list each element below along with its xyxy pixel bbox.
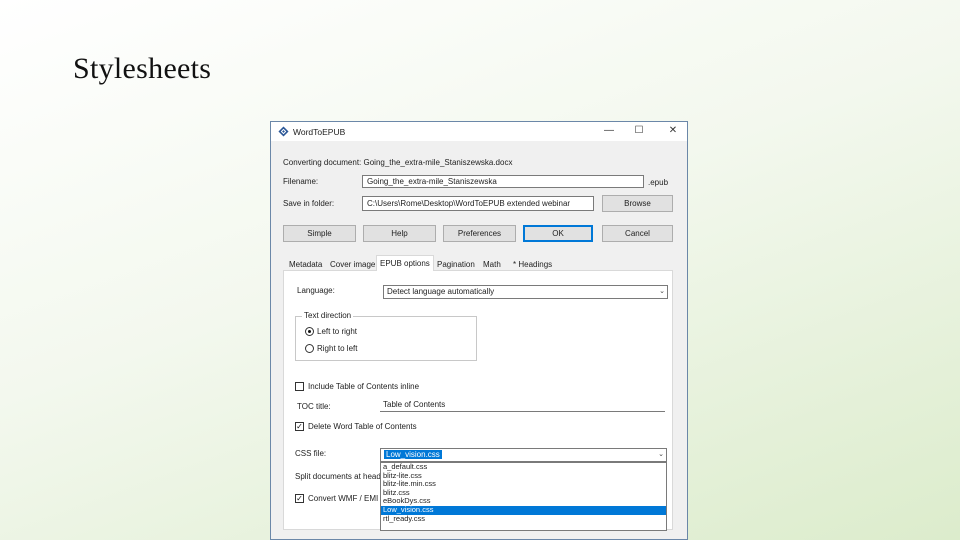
save-folder-input[interactable]: C:\Users\Rome\Desktop\WordToEPUB extende… [362, 196, 594, 211]
title-bar[interactable]: WordToEPUB — ☐ ✕ [271, 122, 687, 141]
convert-wmf-checkbox[interactable]: ✓ [295, 494, 304, 503]
wordtoepub-app-icon [278, 126, 289, 137]
radio-right-to-left[interactable] [305, 344, 314, 353]
tab-epub-options[interactable]: EPUB options [376, 255, 434, 271]
toc-title-input[interactable]: Table of Contents [380, 399, 665, 412]
language-value: Detect language automatically [387, 287, 495, 296]
text-direction-group: Text direction Left to right Right to le… [295, 311, 477, 361]
delete-toc-checkbox[interactable]: ✓ [295, 422, 304, 431]
language-label: Language: [297, 286, 335, 295]
radio-left-to-right[interactable] [305, 327, 314, 336]
css-option[interactable]: a_default.css [381, 462, 666, 472]
save-folder-label: Save in folder: [283, 199, 335, 208]
tab-headings[interactable]: * Headings [510, 258, 555, 271]
tab-cover-image[interactable]: Cover image [327, 258, 378, 271]
include-toc-checkbox[interactable] [295, 382, 304, 391]
slide-title: Stylesheets [73, 52, 212, 85]
css-file-select[interactable]: Low_vision.css ⌄ [380, 448, 667, 462]
converting-document-label: Converting document: Going_the_extra-mil… [283, 158, 513, 167]
browse-button[interactable]: Browse [602, 195, 673, 212]
css-option[interactable]: rtl_ready.css [381, 514, 666, 524]
ok-button[interactable]: OK [523, 225, 593, 242]
filename-extension: .epub [648, 178, 669, 187]
css-file-dropdown-list[interactable]: a_default.css blitz-lite.css blitz-lite.… [380, 462, 667, 531]
window-title: WordToEPUB [293, 127, 346, 137]
toc-title-label: TOC title: [297, 402, 331, 411]
filename-label: Filename: [283, 177, 319, 186]
text-direction-title: Text direction [302, 311, 354, 320]
left-to-right-label: Left to right [317, 327, 358, 336]
help-button[interactable]: Help [363, 225, 436, 242]
filename-input[interactable]: Going_the_extra-mile_Staniszewska [362, 175, 644, 188]
chevron-down-icon: ⌄ [658, 451, 664, 458]
close-button[interactable]: ✕ [665, 124, 681, 138]
chevron-down-icon: ⌄ [659, 288, 665, 295]
preferences-button[interactable]: Preferences [443, 225, 516, 242]
delete-toc-label: Delete Word Table of Contents [308, 422, 417, 431]
minimize-button[interactable]: — [601, 124, 617, 138]
css-file-label: CSS file: [295, 449, 327, 458]
css-option[interactable]: blitz-lite.min.css [381, 480, 666, 489]
tab-math[interactable]: Math [480, 258, 504, 271]
tab-metadata[interactable]: Metadata [286, 258, 325, 271]
split-documents-label: Split documents at headi [295, 472, 380, 481]
language-select[interactable]: Detect language automatically ⌄ [383, 285, 668, 299]
right-to-left-label: Right to left [317, 344, 358, 353]
include-toc-label: Include Table of Contents inline [308, 382, 420, 391]
maximize-button[interactable]: ☐ [631, 124, 647, 138]
convert-wmf-label: Convert WMF / EMI [308, 494, 379, 503]
css-selected-value: Low_vision.css [384, 450, 442, 459]
cancel-button[interactable]: Cancel [602, 225, 673, 242]
wordtoepub-window: WordToEPUB — ☐ ✕ Converting document: Go… [270, 121, 688, 540]
tab-pagination[interactable]: Pagination [434, 258, 478, 271]
simple-button[interactable]: Simple [283, 225, 356, 242]
